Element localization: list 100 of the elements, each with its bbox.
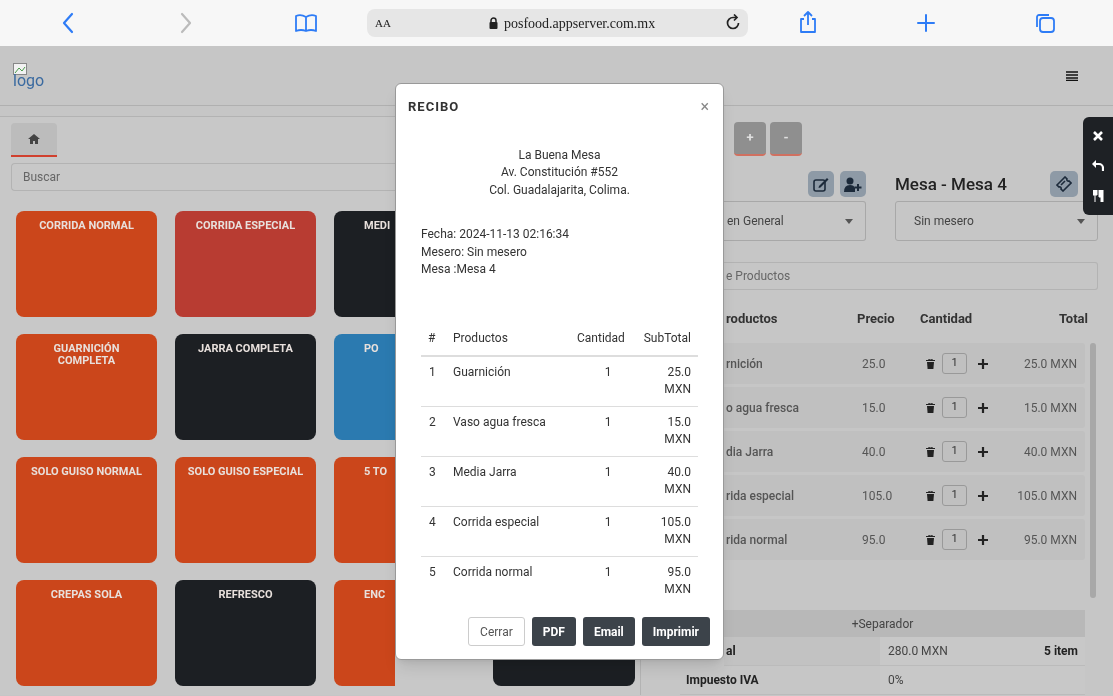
waiter-select[interactable]: Sin mesero <box>895 201 1098 241</box>
table-title: Mesa - Mesa 4 <box>895 174 1007 194</box>
modal-button[interactable]: Cerrar <box>468 617 525 646</box>
share-icon[interactable] <box>798 10 818 34</box>
order-row[interactable]: o agua fresca 15.0 1 15.0 MXN <box>724 387 1085 428</box>
product-tile[interactable]: SOLO GUISO NORMAL <box>16 457 157 563</box>
search-field[interactable]: Buscar <box>11 163 395 191</box>
receipt-info: Fecha: 2024-11-13 02:16:34 <box>421 226 570 243</box>
trash-icon[interactable] <box>926 446 935 457</box>
product-tile[interactable]: CREPAS SOLA <box>16 580 157 686</box>
product-name: rida especial <box>725 487 796 505</box>
close-button[interactable]: × <box>700 98 709 115</box>
plus-icon[interactable] <box>978 402 988 413</box>
text-size-button[interactable]: AA <box>375 14 465 32</box>
quantity-field[interactable]: 1 <box>942 485 967 506</box>
modal-button[interactable]: Email <box>582 617 635 646</box>
business-info: La Buena Mesa <box>518 146 601 164</box>
product-tile[interactable]: SOLO GUISO ESPECIAL <box>175 457 316 563</box>
modal-button[interactable]: PDF <box>531 617 576 646</box>
column-header: Precio <box>856 310 896 329</box>
product-tile[interactable]: GUARNICIÓN COMPLETA <box>16 334 157 440</box>
reload-icon[interactable] <box>724 14 742 32</box>
product-name: rnición <box>725 355 764 373</box>
column-header: Cantidad <box>920 310 974 329</box>
separator-button[interactable]: +Separador <box>724 610 1085 637</box>
quantity-field[interactable]: 1 <box>942 441 967 462</box>
tabs-icon[interactable] <box>1034 12 1056 34</box>
quantity-field[interactable]: 1 <box>942 529 967 550</box>
product-price: 105.0 <box>861 487 894 505</box>
receipt-info: Mesa :Mesa 4 <box>421 261 497 278</box>
trash-icon[interactable] <box>926 402 935 413</box>
table-cell-text: Media Jarra <box>453 463 518 481</box>
menu-icon[interactable] <box>1066 70 1078 81</box>
plus-icon[interactable] <box>978 490 988 501</box>
product-tile[interactable]: 5 TO <box>334 457 395 563</box>
quantity-field[interactable]: 1 <box>942 397 967 418</box>
ticket-icon <box>1056 176 1072 192</box>
order-row[interactable]: dia Jarra 40.0 1 40.0 MXN <box>724 431 1085 472</box>
line-total: 105.0 MXN <box>1016 487 1078 505</box>
order-row[interactable]: rida normal 95.0 1 95.0 MXN <box>724 519 1085 560</box>
plus-icon[interactable] <box>978 358 988 369</box>
summary-label: Impuesto IVA <box>685 672 760 689</box>
summary-value: 280.0 MXN <box>880 637 1044 665</box>
product-tile[interactable] <box>493 660 635 686</box>
plus-icon[interactable] <box>978 534 988 545</box>
home-icon <box>28 134 40 144</box>
table-cell-text: 95.0 MXN <box>663 563 691 598</box>
search-field[interactable]: e Productos <box>724 262 1098 290</box>
product-tile[interactable]: REFRESCO <box>175 580 316 686</box>
modal-button[interactable]: Imprimir <box>641 617 710 646</box>
undo-icon[interactable] <box>1092 159 1104 171</box>
home-tab[interactable] <box>11 123 57 157</box>
receipt-info: Mesero: Sin mesero <box>421 243 528 261</box>
line-total: 40.0 MXN <box>1022 443 1078 461</box>
trash-icon[interactable] <box>926 490 935 501</box>
table-cell-text: 25.0 MXN <box>663 363 691 398</box>
column-header: Productos <box>453 329 509 347</box>
product-tile[interactable]: ENC <box>334 580 395 686</box>
order-row[interactable]: rida especial 105.0 1 105.0 MXN <box>724 475 1085 516</box>
plus-icon[interactable] <box>978 446 988 457</box>
table-cell-text: 15.0 MXN <box>663 413 691 448</box>
scrollbar[interactable] <box>1090 343 1096 598</box>
add-customer-button[interactable] <box>840 171 866 197</box>
trash-icon[interactable] <box>926 358 935 369</box>
table-cell-text: 1 <box>603 413 613 431</box>
product-price: 15.0 <box>861 399 887 417</box>
item-count: 5 item <box>1044 637 1085 665</box>
column-header: # <box>427 329 437 347</box>
business-info: Col. Guadalajarita, Colima. <box>489 181 630 199</box>
table-cell-text: 105.0 MXN <box>659 513 691 548</box>
broken-image-icon <box>13 62 27 75</box>
product-price: 40.0 <box>861 443 887 461</box>
product-tile[interactable]: JARRA COMPLETA <box>175 334 316 440</box>
dropdown-caret-icon <box>845 218 853 224</box>
table-cell-text: Vaso agua fresca <box>453 413 547 431</box>
line-total: 95.0 MXN <box>1022 531 1078 549</box>
dropdown-caret-icon <box>1077 218 1085 224</box>
column-header: Cantidad <box>577 329 626 347</box>
close-icon[interactable] <box>1093 130 1103 141</box>
table-cell-text: 4 <box>428 513 437 531</box>
table-cell-text: Corrida normal <box>453 563 534 581</box>
order-row[interactable]: rnición 25.0 1 25.0 MXN <box>724 343 1085 384</box>
product-tile[interactable]: PO <box>334 334 395 440</box>
product-tile[interactable]: CORRIDA ESPECIAL <box>175 211 316 317</box>
back-icon[interactable] <box>61 12 75 34</box>
utensils-icon[interactable] <box>1092 189 1104 202</box>
table-cell-text: 3 <box>428 463 437 481</box>
quantity-field[interactable]: 1 <box>942 353 967 374</box>
product-tile[interactable]: CORRIDA NORMAL <box>16 211 157 317</box>
book-icon[interactable] <box>294 13 318 33</box>
logo-alt-text: logo <box>13 72 45 89</box>
modal-title: RECIBO <box>408 98 460 116</box>
address-bar[interactable]: AA posfood.appserver.com.mx <box>367 9 748 37</box>
edit-button[interactable] <box>808 171 834 197</box>
trash-icon[interactable] <box>926 534 935 545</box>
tag-button[interactable] <box>1050 171 1078 197</box>
product-name: o agua fresca <box>725 399 800 417</box>
product-tile[interactable]: MEDI <box>334 211 395 317</box>
edit-icon <box>813 176 829 192</box>
column-header: Total <box>1057 310 1089 329</box>
